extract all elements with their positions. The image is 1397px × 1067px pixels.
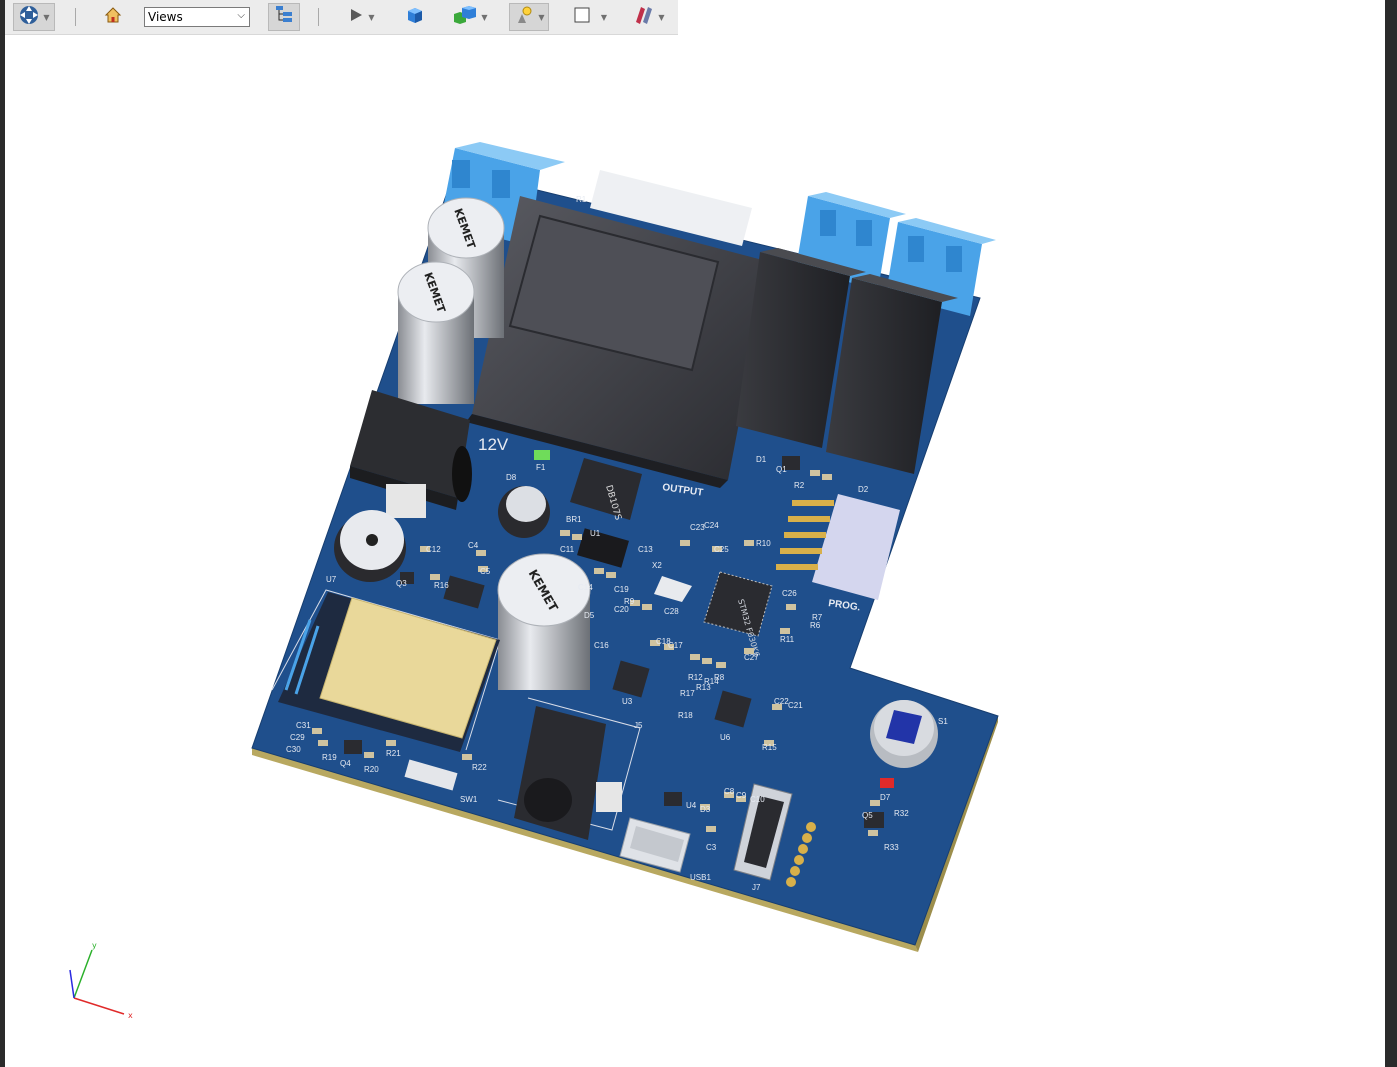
capacitor-kemet-2: KEMET: [397, 261, 475, 404]
silk-d5: D5: [584, 611, 595, 620]
silk-r16: R16: [434, 581, 449, 590]
silk-q4: Q4: [340, 759, 351, 768]
silk-r32: R32: [894, 809, 909, 818]
silk-12v: 12V: [478, 435, 509, 454]
silk-r11: R11: [780, 635, 795, 644]
silk-r21: R21: [386, 749, 401, 758]
silk-c3: C3: [706, 843, 717, 852]
silk-c12: C12: [426, 545, 441, 554]
silk-c25: C25: [714, 545, 729, 554]
silk-r2: R2: [794, 481, 805, 490]
silk-r6: R6: [810, 621, 821, 630]
silk-u1: U1: [590, 529, 601, 538]
silk-r12: R12: [688, 673, 703, 682]
silk-c27: C27: [744, 653, 759, 662]
silk-c11: C11: [560, 545, 575, 554]
silk-c22: C22: [774, 697, 789, 706]
silk-c24: C24: [704, 521, 719, 530]
silk-d3: D3: [700, 805, 711, 814]
silk-c4: C4: [468, 541, 479, 550]
silk-usb1: USB1: [690, 873, 711, 882]
silk-c9: C9: [736, 791, 747, 800]
silk-r1: R1: [576, 195, 587, 204]
silk-c30: C30: [286, 745, 301, 754]
silk-u7: U7: [326, 575, 337, 584]
silk-r33: R33: [884, 843, 899, 852]
silk-c23: C23: [690, 523, 705, 532]
silk-u3: U3: [622, 697, 633, 706]
axis-x-label: x: [128, 1011, 133, 1020]
silk-c28: C28: [664, 607, 679, 616]
axis-y-label: y: [92, 941, 97, 950]
sensor-s1: [870, 700, 938, 768]
silk-f1: F1: [536, 463, 546, 472]
silk-c10: C10: [750, 795, 765, 804]
silk-c16: C16: [594, 641, 609, 650]
pcb-3d-model[interactable]: KEMET KEMET KEMET DB107S STM32 F030K6 12…: [0, 0, 1397, 1067]
silk-r17: R17: [680, 689, 695, 698]
silk-r19: R19: [322, 753, 337, 762]
silk-q5: Q5: [862, 811, 873, 820]
axis-triad: y x: [69, 941, 133, 1020]
silk-r22: R22: [472, 763, 487, 772]
led-green: [534, 450, 550, 460]
silk-sw1: SW1: [460, 795, 478, 804]
silk-r20: R20: [364, 765, 379, 774]
capacitor-small: [498, 486, 550, 538]
silk-c21: C21: [788, 701, 803, 710]
silk-r18: R18: [678, 711, 693, 720]
silk-r10: R10: [756, 539, 771, 548]
silk-d1: D1: [756, 455, 767, 464]
silk-c5: C5: [480, 567, 491, 576]
capacitor-kemet-3: KEMET: [497, 553, 591, 690]
silk-d7: D7: [880, 793, 891, 802]
silk-s1: S1: [938, 717, 948, 726]
silk-q3: Q3: [396, 579, 407, 588]
silk-d8: D8: [506, 473, 517, 482]
silk-br1: BR1: [566, 515, 582, 524]
silk-u6: U6: [720, 733, 731, 742]
silk-r15: R15: [762, 743, 777, 752]
silk-j7: J7: [752, 883, 761, 892]
silk-r8: R8: [714, 673, 725, 682]
silk-c26: C26: [782, 589, 797, 598]
silk-j5: J5: [634, 721, 643, 730]
silk-c31: C31: [296, 721, 311, 730]
silk-q1: Q1: [776, 465, 787, 474]
silk-c13: C13: [638, 545, 653, 554]
silk-c17: C17: [668, 641, 683, 650]
silk-c19: C19: [614, 585, 629, 594]
silk-c8: C8: [724, 787, 735, 796]
silk-c29: C29: [290, 733, 305, 742]
silk-u4: U4: [686, 801, 697, 810]
silk-x2: X2: [652, 561, 662, 570]
silk-d2: D2: [858, 485, 869, 494]
led-red: [880, 778, 894, 788]
silk-c14: C14: [578, 583, 593, 592]
silk-c20: C20: [614, 605, 629, 614]
